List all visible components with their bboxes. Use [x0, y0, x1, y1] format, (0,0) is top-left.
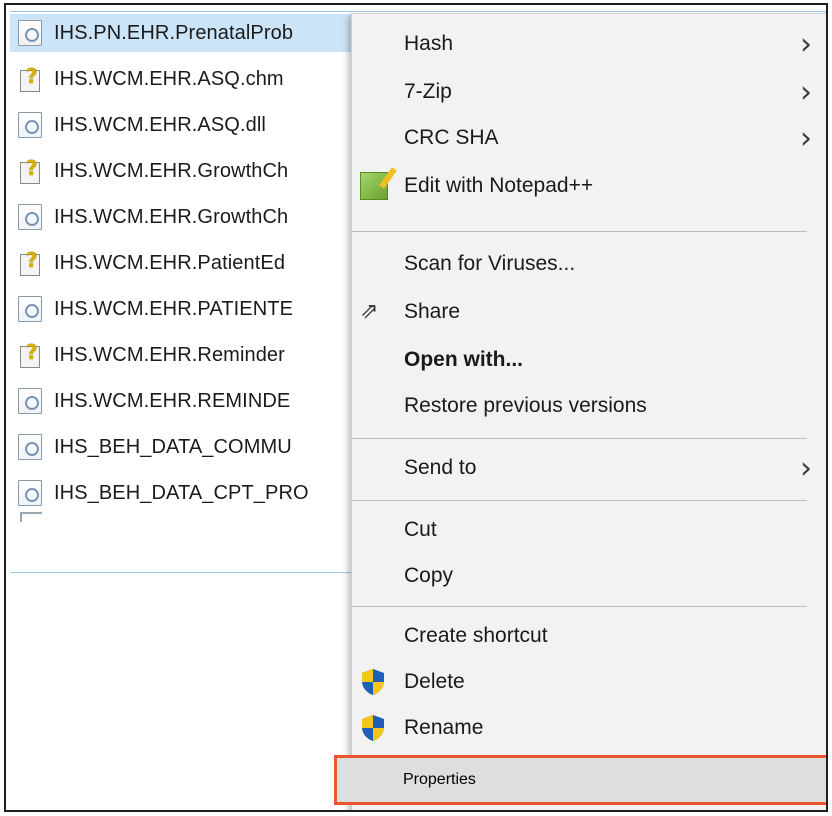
dll-file-icon — [18, 480, 42, 506]
partial-file-icon — [20, 512, 42, 522]
menu-item-crc-sha[interactable]: CRC SHA › — [352, 116, 826, 160]
menu-separator — [352, 500, 807, 501]
file-name: IHS.WCM.EHR.Reminder — [54, 343, 285, 366]
file-row[interactable]: IHS_BEH_DATA_COMMU — [18, 428, 358, 466]
menu-item-restore-versions[interactable]: Restore previous versions — [352, 384, 826, 428]
menu-item-label: Edit with Notepad++ — [404, 174, 594, 197]
menu-item-label: Rename — [404, 716, 484, 739]
menu-separator — [352, 231, 807, 232]
file-row[interactable]: ? IHS.WCM.EHR.PatientEd — [18, 244, 358, 282]
menu-item-label: Cut — [404, 518, 437, 541]
menu-item-label: Hash — [404, 32, 454, 55]
menu-item-label: Delete — [404, 670, 465, 693]
menu-item-send-to[interactable]: Send to › — [352, 446, 826, 490]
chevron-right-icon: › — [800, 26, 812, 62]
menu-item-edit-notepadpp[interactable]: Edit with Notepad++ — [352, 164, 826, 208]
dll-file-icon — [18, 20, 42, 46]
menu-item-label: Share — [404, 300, 461, 323]
menu-item-scan-viruses[interactable]: Scan for Viruses... — [352, 242, 826, 286]
file-name: IHS.WCM.EHR.REMINDE — [54, 389, 291, 412]
file-name: IHS.WCM.EHR.GrowthCh — [54, 159, 289, 182]
menu-item-label: Restore previous versions — [404, 394, 647, 417]
file-name: IHS.PN.EHR.PrenatalProb — [54, 21, 294, 44]
file-row[interactable]: ? IHS.WCM.EHR.GrowthCh — [18, 152, 358, 190]
dll-file-icon — [18, 112, 42, 138]
share-icon: ⇗ — [360, 299, 379, 324]
dll-file-icon — [18, 388, 42, 414]
menu-item-properties-highlight[interactable]: Properties — [334, 755, 826, 805]
file-name: IHS.WCM.EHR.PATIENTE — [54, 297, 294, 320]
uac-shield-icon — [362, 715, 384, 741]
menu-item-label: Properties — [403, 771, 476, 788]
file-row[interactable]: IHS.WCM.EHR.ASQ.dll — [18, 106, 358, 144]
chm-help-icon: ? — [18, 340, 42, 368]
file-row[interactable]: IHS_BEH_DATA_CPT_PRO — [18, 474, 358, 512]
dll-file-icon — [18, 204, 42, 230]
menu-item-7zip[interactable]: 7-Zip › — [352, 70, 826, 114]
menu-item-label: Open with... — [404, 348, 523, 371]
file-row[interactable]: IHS.WCM.EHR.GrowthCh — [18, 198, 358, 236]
menu-separator — [352, 606, 807, 607]
menu-item-label: Create shortcut — [404, 624, 548, 647]
menu-item-label: CRC SHA — [404, 126, 499, 149]
file-row[interactable]: ? IHS.WCM.EHR.ASQ.chm — [18, 60, 358, 98]
menu-item-properties[interactable]: Properties — [337, 758, 826, 802]
uac-shield-icon — [362, 669, 384, 695]
menu-item-label: Send to — [404, 456, 477, 479]
chm-help-icon: ? — [18, 248, 42, 276]
file-name: IHS_BEH_DATA_COMMU — [54, 435, 292, 458]
menu-item-rename[interactable]: Rename — [352, 706, 826, 750]
chm-help-icon: ? — [18, 156, 42, 184]
menu-item-open-with[interactable]: Open with... — [352, 338, 826, 382]
menu-item-cut[interactable]: Cut — [352, 508, 826, 552]
file-row[interactable]: IHS.WCM.EHR.PATIENTE — [18, 290, 358, 328]
file-name: IHS.WCM.EHR.ASQ.chm — [54, 67, 284, 90]
chevron-right-icon: › — [800, 120, 812, 156]
menu-item-create-shortcut[interactable]: Create shortcut — [352, 614, 826, 658]
chevron-right-icon: › — [800, 74, 812, 110]
context-menu: Hash › 7-Zip › CRC SHA › Edit with Notep… — [351, 13, 826, 810]
menu-item-delete[interactable]: Delete — [352, 660, 826, 704]
menu-item-share[interactable]: ⇗ Share — [352, 290, 826, 334]
menu-item-hash[interactable]: Hash › — [352, 22, 826, 66]
file-name: IHS.WCM.EHR.ASQ.dll — [54, 113, 266, 136]
file-name: IHS.WCM.EHR.GrowthCh — [54, 205, 289, 228]
file-row[interactable]: IHS.WCM.EHR.REMINDE — [18, 382, 358, 420]
dll-file-icon — [18, 434, 42, 460]
notepad-plus-plus-icon — [360, 172, 388, 200]
file-name: IHS.WCM.EHR.PatientEd — [54, 251, 286, 274]
chevron-right-icon: › — [800, 450, 812, 486]
chm-help-icon: ? — [18, 64, 42, 92]
dll-file-icon — [18, 296, 42, 322]
menu-item-label: 7-Zip — [404, 80, 452, 103]
screenshot-frame: IHS.PN.EHR.PrenatalProb ? IHS.WCM.EHR.AS… — [4, 3, 828, 812]
menu-item-copy[interactable]: Copy — [352, 554, 826, 598]
file-name: IHS_BEH_DATA_CPT_PRO — [54, 481, 309, 504]
menu-item-label: Scan for Viruses... — [404, 252, 576, 275]
file-row[interactable]: ? IHS.WCM.EHR.Reminder — [18, 336, 358, 374]
menu-item-label: Copy — [404, 564, 454, 587]
menu-separator — [352, 438, 807, 439]
